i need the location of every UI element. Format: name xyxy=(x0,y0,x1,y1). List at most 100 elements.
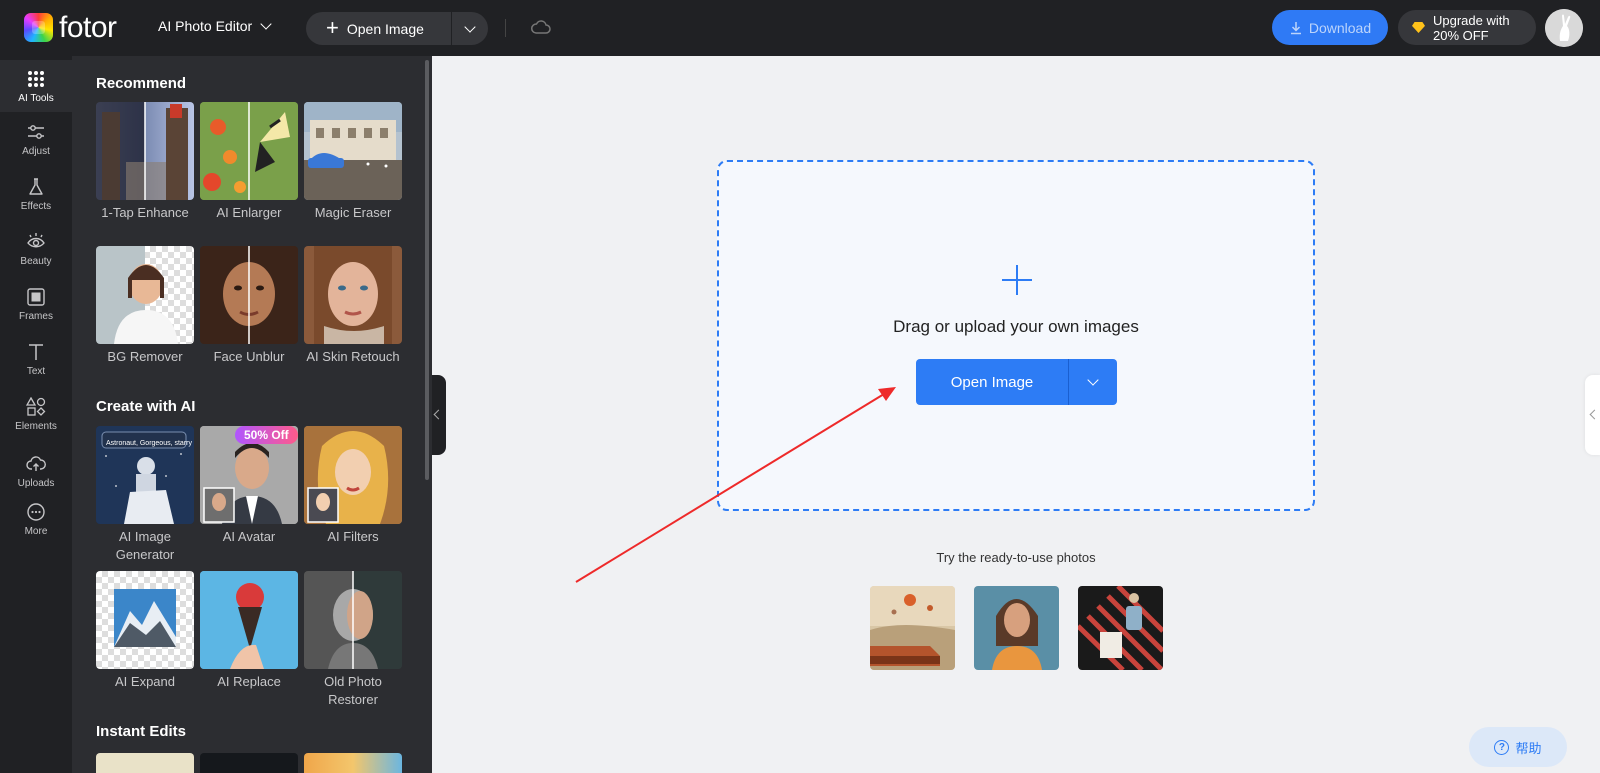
tool-thumbnail xyxy=(304,246,402,344)
nav-label: Effects xyxy=(20,201,52,212)
tool-thumbnail xyxy=(96,102,194,200)
tool-thumbnail[interactable] xyxy=(96,753,194,773)
tool-thumbnail[interactable] xyxy=(304,753,402,773)
flask-icon xyxy=(29,178,43,195)
nav-text[interactable]: Text xyxy=(0,342,72,377)
question-icon: ? xyxy=(1494,739,1510,755)
chevron-down-icon xyxy=(464,20,476,33)
tool-ai-image-generator[interactable]: Astronaut, Gorgeous, starry AI Image Gen… xyxy=(96,426,194,564)
tool-thumbnail: Astronaut, Gorgeous, starry xyxy=(96,426,194,524)
nav-elements[interactable]: Elements xyxy=(0,397,72,432)
tool-thumbnail xyxy=(304,426,402,524)
sliders-icon xyxy=(28,125,44,139)
tool-label: AI Avatar xyxy=(222,529,276,544)
cloud-upload-icon xyxy=(26,456,46,471)
nav-label: Text xyxy=(26,366,46,377)
ice-cream-image xyxy=(200,571,298,669)
tool-thumbnail xyxy=(96,246,194,344)
nav-adjust[interactable]: Adjust xyxy=(0,122,72,157)
face-portrait-image xyxy=(223,246,275,344)
fotor-logo[interactable]: fotor xyxy=(24,13,117,43)
open-image-top-main[interactable]: + Open Image xyxy=(306,12,452,45)
eye-icon xyxy=(27,233,45,248)
upgrade-label: Upgrade with 20% OFF xyxy=(1433,13,1510,43)
frame-icon xyxy=(27,288,45,306)
woman-orange-top-image xyxy=(974,586,1059,670)
tool-label: AI Expand xyxy=(115,674,175,689)
tool-ai-skin-retouch[interactable]: AI Skin Retouch xyxy=(304,246,402,366)
striped-flatlay-image xyxy=(1078,586,1163,670)
nav-more[interactable]: More xyxy=(0,502,72,537)
balloons-car-image xyxy=(870,586,955,670)
nav-label: More xyxy=(24,526,48,537)
chevron-down-icon xyxy=(260,18,272,30)
mountain-image xyxy=(114,589,176,647)
nav-effects[interactable]: Effects xyxy=(0,177,72,212)
nav-uploads[interactable]: Uploads xyxy=(0,454,72,489)
tool-magic-eraser[interactable]: Magic Eraser xyxy=(304,102,402,222)
tool-bg-remover[interactable]: BG Remover xyxy=(96,246,194,366)
tools-panel: Recommend 1-Tap Enhance AI Enlarger Magi… xyxy=(72,56,432,773)
tool-ai-avatar[interactable]: AI Avatar xyxy=(200,426,298,546)
golden-hair-woman-image xyxy=(304,426,402,524)
open-image-top-button[interactable]: + Open Image xyxy=(306,12,488,45)
fotor-logo-icon xyxy=(24,13,53,42)
open-image-main[interactable]: Open Image xyxy=(916,359,1069,405)
nav-label: Frames xyxy=(19,311,53,322)
top-bar: fotor AI Photo Editor + Open Image Downl… xyxy=(0,0,1600,56)
sample-photo-woman[interactable] xyxy=(974,586,1059,670)
tool-old-photo-restorer[interactable]: Old Photo Restorer xyxy=(304,571,402,709)
tool-thumbnail xyxy=(200,246,298,344)
help-label: 帮助 xyxy=(1515,740,1542,756)
street-scene-image xyxy=(102,102,188,200)
nav-label: Elements xyxy=(15,421,57,432)
nav-label: AI Tools xyxy=(18,92,54,104)
grid-dots-icon xyxy=(28,70,44,87)
tool-label: AI Image Generator xyxy=(115,529,175,562)
tool-1-tap-enhance[interactable]: 1-Tap Enhance xyxy=(96,102,194,222)
upgrade-button[interactable]: Upgrade with 20% OFF xyxy=(1398,10,1536,45)
panel-scrollbar[interactable] xyxy=(425,60,429,480)
text-icon xyxy=(29,344,43,360)
nav-frames[interactable]: Frames xyxy=(0,287,72,322)
drop-text: Drag or upload your own images xyxy=(893,317,1139,336)
collapse-panel-button[interactable] xyxy=(432,375,446,455)
upload-dropzone[interactable]: Drag or upload your own images Open Imag… xyxy=(717,160,1315,511)
tool-label: AI Skin Retouch xyxy=(306,349,400,364)
nav-beauty[interactable]: Beauty xyxy=(0,232,72,267)
tool-ai-replace[interactable]: AI Replace xyxy=(200,571,298,691)
download-button[interactable]: Download xyxy=(1272,10,1388,45)
editor-mode-label: AI Photo Editor xyxy=(158,18,253,34)
tool-thumbnail xyxy=(304,571,402,669)
tool-thumbnail xyxy=(200,571,298,669)
nav-label: Adjust xyxy=(22,146,50,157)
section-title-create-with-ai: Create with AI xyxy=(96,398,196,415)
help-button[interactable]: ? 帮助 xyxy=(1469,727,1567,767)
tool-ai-filters[interactable]: AI Filters xyxy=(304,426,402,546)
nav-label: Beauty xyxy=(20,256,52,267)
tool-label: AI Filters xyxy=(327,529,379,544)
sample-photo-balloons[interactable] xyxy=(870,586,955,670)
open-image-dropdown[interactable] xyxy=(1069,359,1117,405)
tool-ai-expand[interactable]: AI Expand xyxy=(96,571,194,691)
shapes-icon xyxy=(26,397,46,416)
cloud-icon[interactable] xyxy=(530,18,552,38)
tool-label: AI Enlarger xyxy=(216,205,282,220)
tool-ai-enlarger[interactable]: AI Enlarger xyxy=(200,102,298,222)
tool-thumbnail[interactable] xyxy=(200,753,298,773)
open-image-button[interactable]: Open Image xyxy=(916,359,1117,405)
tool-face-unblur[interactable]: Face Unblur xyxy=(200,246,298,366)
section-title-instant-edits: Instant Edits xyxy=(96,723,187,740)
expand-right-panel-button[interactable] xyxy=(1585,375,1600,455)
sample-photo-flatlay[interactable] xyxy=(1078,586,1163,670)
woman-face-image xyxy=(314,246,392,344)
section-title-recommend: Recommend xyxy=(96,75,187,92)
editor-mode-dropdown[interactable]: AI Photo Editor xyxy=(158,18,272,34)
generator-prompt-text: Astronaut, Gorgeous, starry xyxy=(106,440,192,447)
discount-badge: 50% Off xyxy=(235,426,298,444)
upgrade-line2: 20% OFF xyxy=(1433,27,1489,43)
avatar[interactable] xyxy=(1545,9,1583,47)
open-image-top-dropdown[interactable] xyxy=(452,20,488,33)
download-icon xyxy=(1290,21,1301,34)
nav-ai-tools[interactable]: AI Tools xyxy=(0,60,72,112)
